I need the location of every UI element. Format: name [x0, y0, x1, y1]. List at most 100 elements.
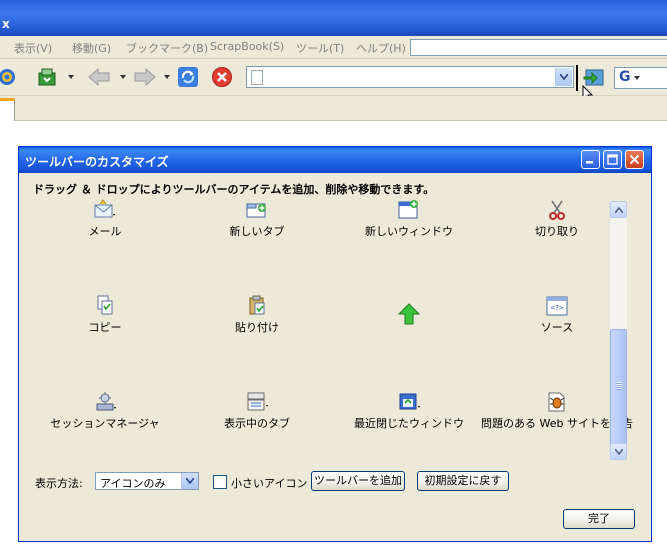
palette-item-label: コピー [88, 321, 122, 334]
dialog-title-bar: ツールバーのカスタマイズ [19, 147, 651, 173]
back-dropdown-caret[interactable] [120, 75, 126, 79]
palette-item-paste[interactable]: 貼り付け [187, 295, 327, 335]
menu-bookmarks[interactable]: ブックマーク(B) [126, 40, 208, 56]
palette-item-label: 切り取り [535, 225, 579, 238]
home-button[interactable] [0, 65, 18, 89]
url-history-dropdown[interactable] [555, 68, 572, 86]
toolbar-item-palette: メール 新しいタブ 新しいウィンドウ 切り取り コピー 貼り付け <?> ソース… [35, 199, 633, 461]
palette-item-copy[interactable]: コピー [35, 295, 175, 335]
search-engine-dropdown-caret[interactable] [634, 76, 640, 80]
page-document-icon [251, 70, 263, 85]
minimize-icon [586, 161, 593, 164]
menubar-search-field[interactable] [410, 39, 667, 56]
session-manager-icon [96, 392, 116, 411]
toolbar-drop-indicator [576, 65, 578, 91]
minimize-button[interactable] [581, 150, 600, 169]
browser-title: x [2, 17, 10, 31]
palette-item-new-window[interactable]: 新しいウィンドウ [339, 199, 479, 239]
forward-arrow-icon [134, 67, 156, 87]
scissors-icon [549, 200, 565, 220]
menu-view[interactable]: 表示(V) [14, 40, 52, 56]
forward-button[interactable] [132, 65, 158, 89]
up-arrow-icon [397, 303, 421, 325]
navigation-toolbar: G [0, 59, 667, 109]
palette-item-label: メール [88, 225, 122, 238]
menu-help[interactable]: ヘルプ(H) [356, 40, 406, 56]
stop-icon [212, 67, 232, 87]
palette-item-label: 表示中のタブ [224, 417, 290, 430]
menu-bar: 表示(V) 移動(G) ブックマーク(B) ScrapBook(S) ツール(T… [0, 36, 667, 59]
forward-dropdown-caret[interactable] [164, 75, 170, 79]
browser-title-bar: x [0, 0, 667, 36]
menu-scrapbook[interactable]: ScrapBook(S) [210, 40, 284, 53]
paste-icon [249, 295, 265, 315]
tab-list-icon [247, 392, 268, 411]
show-mode-dropdown-button[interactable] [181, 473, 198, 489]
scrapbook-dropdown-caret[interactable] [68, 75, 74, 79]
stop-button[interactable] [210, 65, 234, 89]
small-icons-checkbox[interactable] [213, 475, 227, 489]
back-arrow-icon [88, 67, 110, 87]
close-button[interactable] [625, 150, 644, 169]
dialog-instructions: ドラッグ ＆ ドロップによりツールバーのアイテムを追加、削除や移動できます。 [33, 183, 435, 196]
menu-go[interactable]: 移動(G) [72, 40, 111, 56]
palette-item-label: セッションマネージャ [50, 417, 160, 430]
chevron-down-icon [186, 478, 194, 484]
view-source-icon: <?> [546, 296, 568, 316]
reload-icon [178, 67, 198, 87]
go-icon [583, 69, 604, 86]
reload-button[interactable] [176, 65, 200, 89]
palette-item-label: ソース [540, 321, 574, 334]
small-icons-label[interactable]: 小さいアイコン [231, 475, 307, 491]
home-icon [0, 69, 15, 85]
new-window-icon [398, 200, 418, 219]
palette-scrollbar[interactable] [609, 201, 627, 460]
search-engine-letter: G [619, 69, 631, 85]
scrapbook-button[interactable] [36, 65, 58, 89]
mail-icon [94, 199, 115, 218]
scroll-down-button[interactable] [610, 443, 627, 460]
search-engine-box[interactable]: G [614, 67, 667, 89]
palette-item-flexible-arrow[interactable] [339, 295, 479, 335]
dialog-title: ツールバーのカスタマイズ [25, 155, 169, 169]
show-mode-select[interactable]: アイコンのみ [95, 472, 199, 490]
scroll-grip-icon [616, 382, 622, 390]
scroll-thumb[interactable] [610, 329, 627, 445]
palette-item-label: 新しいウィンドウ [365, 225, 453, 238]
show-mode-label: 表示方法: [35, 477, 83, 490]
browser-tab[interactable] [0, 98, 15, 121]
palette-item-view-source[interactable]: <?> ソース [487, 295, 627, 335]
palette-item-label: 貼り付け [235, 321, 279, 334]
copy-icon [97, 295, 113, 315]
back-button[interactable] [86, 65, 112, 89]
new-tab-icon [246, 203, 266, 218]
chevron-down-icon [560, 74, 568, 80]
palette-item-label: 最近閉じたウィンドウ [354, 417, 464, 430]
restore-default-button[interactable]: 初期設定に戻す [417, 471, 509, 491]
report-bug-icon [548, 392, 565, 412]
palette-item-mail[interactable]: メール [35, 199, 175, 239]
palette-item-new-tab[interactable]: 新しいタブ [187, 199, 327, 239]
close-icon [629, 154, 640, 165]
customize-toolbar-dialog: ツールバーのカスタマイズ ドラッグ ＆ ドロップによりツールバーのアイテムを追加… [18, 146, 652, 542]
palette-item-session-manager[interactable]: セッションマネージャ [35, 391, 175, 431]
chevron-up-icon [614, 206, 623, 213]
url-bar[interactable] [246, 66, 574, 88]
show-mode-value: アイコンのみ [100, 477, 166, 490]
palette-item-cut[interactable]: 切り取り [487, 199, 627, 239]
scroll-up-button[interactable] [610, 201, 627, 218]
menu-tools[interactable]: ツール(T) [296, 40, 344, 56]
palette-item-recently-closed-windows[interactable]: 最近閉じたウィンドウ [339, 391, 479, 431]
display-options-row: 表示方法: アイコンのみ 小さいアイコン ツールバーを追加 初期設定に戻す [33, 469, 633, 493]
add-toolbar-button[interactable]: ツールバーを追加 [311, 471, 405, 491]
palette-item-tab-list[interactable]: 表示中のタブ [187, 391, 327, 431]
maximize-icon [607, 154, 618, 165]
closed-windows-icon [399, 393, 420, 410]
palette-item-label: 新しいタブ [229, 225, 285, 238]
done-button[interactable]: 完了 [563, 509, 635, 529]
maximize-button[interactable] [603, 150, 622, 169]
download-icon [38, 68, 56, 86]
svg-text:<?>: <?> [551, 304, 564, 312]
chevron-down-icon [614, 448, 623, 455]
tab-strip [0, 96, 667, 121]
